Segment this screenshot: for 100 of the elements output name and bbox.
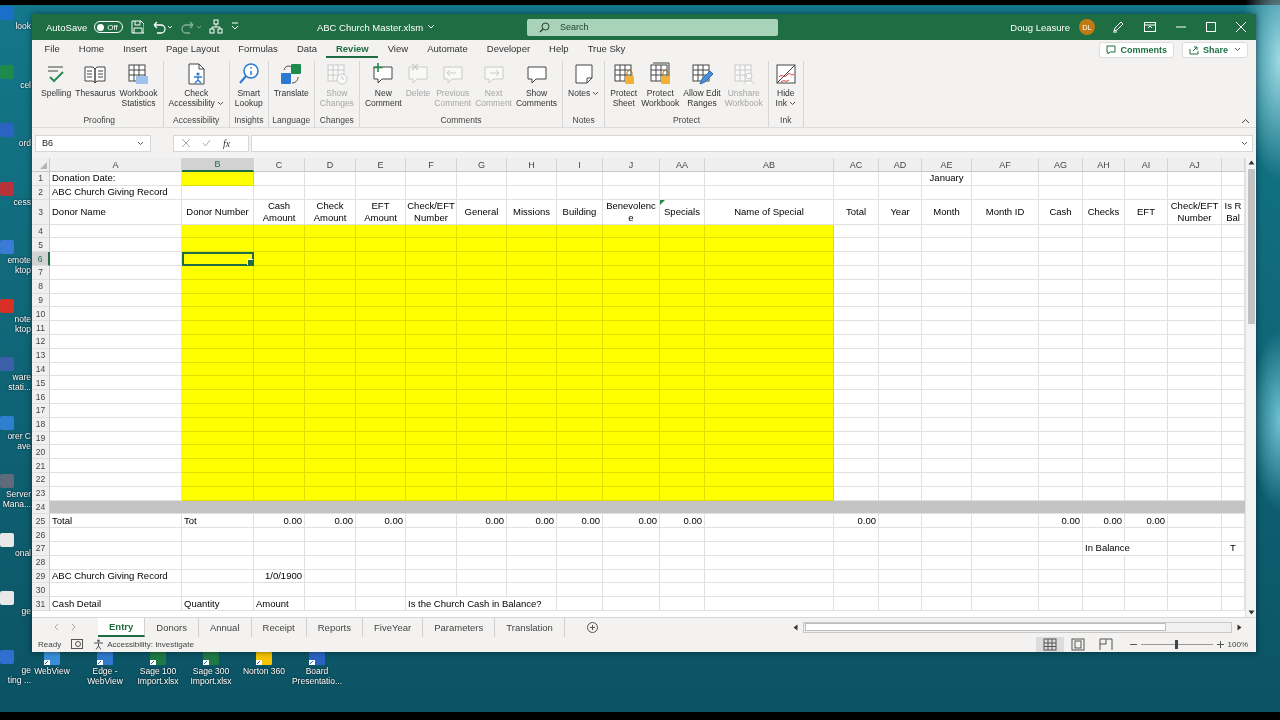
shortcut-label[interactable]: orer C ave <box>7 430 31 451</box>
empty-cell[interactable] <box>972 307 1039 322</box>
empty-cell[interactable] <box>1168 279 1222 294</box>
empty-cell[interactable] <box>1168 172 1222 186</box>
empty-cell[interactable] <box>879 583 922 598</box>
empty-cell[interactable] <box>1168 362 1222 377</box>
empty-cell[interactable] <box>879 266 922 280</box>
empty-cell[interactable] <box>1168 185 1222 200</box>
empty-cell[interactable] <box>834 569 879 584</box>
empty-cell[interactable] <box>507 185 557 200</box>
empty-cell[interactable] <box>603 528 660 542</box>
empty-cell[interactable] <box>660 541 705 556</box>
highlighted-cell[interactable] <box>406 307 457 322</box>
highlighted-cell[interactable] <box>305 445 356 460</box>
empty-cell[interactable] <box>1168 459 1222 473</box>
highlighted-cell[interactable] <box>660 390 705 404</box>
empty-cell[interactable] <box>457 555 507 570</box>
highlighted-cell[interactable] <box>660 307 705 322</box>
shortcut-label[interactable]: look <box>15 21 31 31</box>
highlighted-cell[interactable] <box>182 390 254 404</box>
accessibility-status[interactable]: Accessibility: Investigate <box>107 639 194 649</box>
highlighted-cell[interactable] <box>557 376 603 391</box>
empty-cell[interactable] <box>879 238 922 253</box>
highlighted-cell[interactable] <box>603 459 660 473</box>
empty-cell[interactable] <box>1168 597 1222 611</box>
highlighted-cell[interactable] <box>457 252 507 266</box>
column-header[interactable]: AG <box>1039 158 1083 172</box>
row-header[interactable]: 30 <box>32 583 50 598</box>
empty-cell[interactable] <box>1168 376 1222 391</box>
highlighted-cell[interactable] <box>356 390 406 404</box>
empty-cell[interactable] <box>972 555 1039 570</box>
empty-cell[interactable] <box>879 597 922 611</box>
ribbon-tab[interactable]: True Sky <box>578 41 635 58</box>
empty-cell[interactable] <box>972 376 1039 391</box>
shortcut-label[interactable]: ord <box>18 138 31 148</box>
empty-cell[interactable] <box>406 569 457 584</box>
highlighted-cell[interactable] <box>356 252 406 266</box>
empty-cell[interactable] <box>1083 279 1125 294</box>
empty-cell[interactable] <box>182 185 254 200</box>
empty-cell[interactable] <box>1083 528 1125 542</box>
empty-cell[interactable] <box>1083 293 1125 308</box>
empty-cell[interactable] <box>922 390 972 404</box>
highlighted-cell[interactable] <box>603 376 660 391</box>
empty-cell[interactable] <box>1039 307 1083 322</box>
shortcut-label[interactable]: cel <box>20 79 31 90</box>
highlighted-cell[interactable] <box>457 321 507 335</box>
empty-cell[interactable] <box>1083 252 1125 266</box>
ribbon-display-icon[interactable] <box>1144 22 1156 32</box>
shortcut-label[interactable]: onal <box>14 547 31 558</box>
share-button[interactable]: Share <box>1182 41 1248 58</box>
empty-cell[interactable] <box>879 403 922 418</box>
empty-cell[interactable] <box>457 541 507 556</box>
empty-cell[interactable] <box>1168 403 1222 418</box>
empty-cell[interactable] <box>1168 528 1222 542</box>
empty-cell[interactable] <box>922 541 972 556</box>
highlighted-cell[interactable] <box>305 307 356 322</box>
empty-cell[interactable] <box>922 252 972 266</box>
highlighted-cell[interactable] <box>254 459 305 473</box>
empty-cell[interactable] <box>1168 334 1222 349</box>
empty-cell[interactable] <box>972 279 1039 294</box>
empty-cell[interactable] <box>1039 569 1083 584</box>
highlighted-cell[interactable] <box>507 390 557 404</box>
empty-cell[interactable] <box>406 555 457 570</box>
empty-cell[interactable] <box>922 528 972 542</box>
highlighted-cell[interactable] <box>557 321 603 335</box>
column-header[interactable]: AB <box>705 158 834 172</box>
highlighted-cell[interactable] <box>356 307 406 322</box>
empty-cell[interactable] <box>922 376 972 391</box>
shortcut-label[interactable]: Edge - WebView <box>87 666 123 686</box>
empty-cell[interactable] <box>1083 172 1125 186</box>
empty-cell[interactable] <box>1039 472 1083 487</box>
empty-cell[interactable] <box>1039 597 1083 611</box>
empty-cell[interactable] <box>1083 348 1125 363</box>
empty-cell[interactable] <box>972 541 1039 556</box>
previous-sheet-icon[interactable] <box>54 623 59 631</box>
empty-cell[interactable] <box>972 362 1039 377</box>
empty-cell[interactable] <box>879 362 922 377</box>
scrollbar-thumb[interactable] <box>805 623 1167 631</box>
empty-cell[interactable] <box>1125 224 1168 239</box>
empty-cell[interactable] <box>1083 459 1125 473</box>
ribbon-button[interactable]: New Comment <box>362 61 404 109</box>
highlighted-cell[interactable] <box>305 238 356 253</box>
highlighted-cell[interactable] <box>406 252 457 266</box>
empty-cell[interactable] <box>356 583 406 598</box>
empty-cell[interactable] <box>1039 321 1083 335</box>
highlighted-cell[interactable] <box>507 321 557 335</box>
macro-recording-icon[interactable] <box>71 639 84 649</box>
highlighted-cell[interactable] <box>305 376 356 391</box>
column-header[interactable]: G <box>457 158 507 172</box>
empty-cell[interactable] <box>406 583 457 598</box>
empty-cell[interactable] <box>922 185 972 200</box>
highlighted-cell[interactable] <box>660 238 705 253</box>
empty-cell[interactable] <box>922 224 972 239</box>
shortcut-icon[interactable] <box>201 652 221 666</box>
empty-cell[interactable] <box>1168 541 1222 556</box>
empty-cell[interactable] <box>1039 348 1083 363</box>
sheet-tab[interactable]: Parameters <box>423 617 496 637</box>
empty-cell[interactable] <box>305 172 356 186</box>
highlighted-cell[interactable] <box>660 252 705 266</box>
highlighted-cell[interactable] <box>406 321 457 335</box>
